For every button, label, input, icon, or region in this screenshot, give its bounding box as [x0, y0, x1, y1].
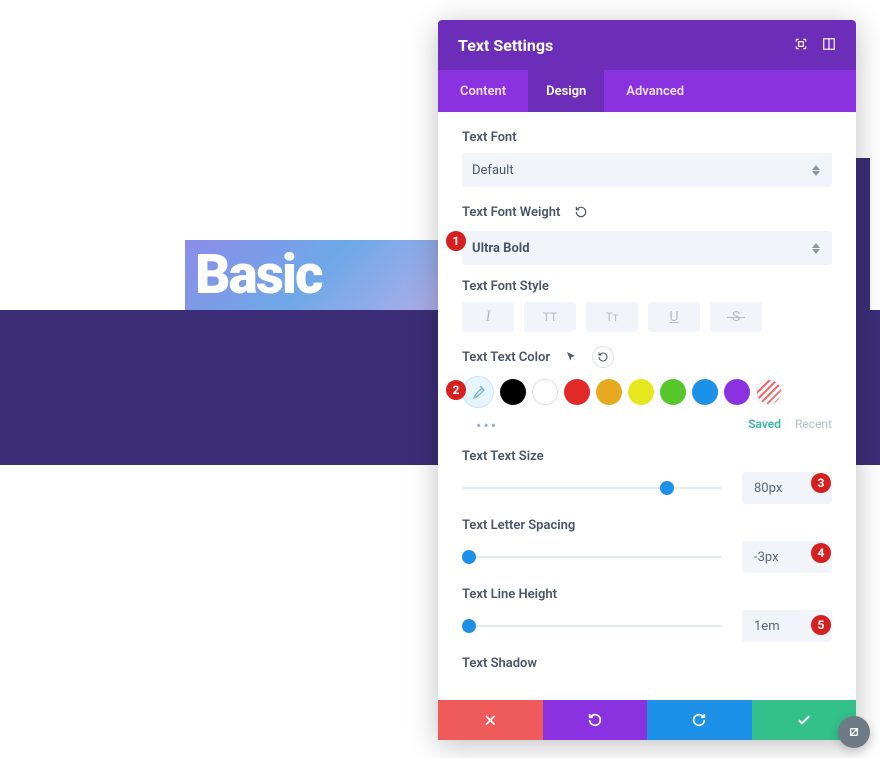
tab-content[interactable]: Content: [458, 70, 508, 112]
select-font-weight[interactable]: Ultra Bold: [462, 231, 832, 265]
swatch-purple[interactable]: [724, 379, 750, 405]
label-letter-spacing: Text Letter Spacing: [462, 518, 832, 533]
select-text-font[interactable]: Default: [462, 153, 832, 187]
tab-design[interactable]: Design: [528, 70, 604, 112]
pricing-card-basic: Basic: [185, 240, 445, 310]
color-swatches: [462, 376, 832, 408]
swatch-white[interactable]: [532, 379, 558, 405]
panel-header: Text Settings: [438, 20, 856, 70]
basic-heading: Basic: [195, 243, 322, 307]
label-font-style: Text Font Style: [462, 279, 832, 294]
slider-letter-spacing[interactable]: [462, 549, 722, 565]
swatch-orange[interactable]: [596, 379, 622, 405]
annotation-marker-1: 1: [446, 231, 466, 251]
label-line-height: Text Line Height: [462, 587, 832, 602]
underline-button[interactable]: U: [648, 302, 700, 332]
expand-icon[interactable]: [794, 36, 808, 55]
panel-body: Text Font Default Text Font Weight Ultra…: [438, 112, 856, 700]
annotation-marker-2: 2: [446, 380, 466, 400]
label-text-color: Text Text Color: [462, 346, 832, 368]
panel-tabs: Content Design Advanced: [438, 70, 856, 112]
swatch-red[interactable]: [564, 379, 590, 405]
slider-handle-text-size[interactable]: [660, 481, 674, 495]
label-font-weight: Text Font Weight: [462, 201, 832, 223]
label-text-shadow: Text Shadow: [462, 656, 832, 671]
slider-handle-letter-spacing[interactable]: [462, 550, 476, 564]
small-caps-button[interactable]: Tᴛ: [586, 302, 638, 332]
undo-button[interactable]: [543, 700, 648, 740]
cancel-button[interactable]: [438, 700, 543, 740]
label-text-font: Text Font: [462, 130, 832, 145]
italic-button[interactable]: I: [462, 302, 514, 332]
slider-handle-line-height[interactable]: [462, 619, 476, 633]
select-caret-icon: [810, 243, 822, 254]
resize-fab-icon[interactable]: [838, 716, 870, 748]
swatch-eyedropper[interactable]: [462, 376, 494, 408]
annotation-marker-5: 5: [811, 615, 831, 635]
select-caret-icon: [810, 165, 822, 176]
swatch-none[interactable]: [756, 379, 782, 405]
reset-text-color-icon[interactable]: [592, 346, 614, 368]
swatch-blue[interactable]: [692, 379, 718, 405]
font-style-buttons: I TT Tᴛ U S: [462, 302, 832, 332]
redo-button[interactable]: [647, 700, 752, 740]
swatch-green[interactable]: [660, 379, 686, 405]
tab-advanced[interactable]: Advanced: [624, 70, 686, 112]
cursor-icon[interactable]: [560, 346, 582, 368]
layout-icon[interactable]: [822, 36, 836, 55]
slider-line-height[interactable]: [462, 618, 722, 634]
select-text-font-value: Default: [472, 163, 514, 178]
recent-colors-tab[interactable]: Recent: [795, 417, 832, 431]
settings-panel: Text Settings Content Design Advanced Te…: [438, 20, 856, 740]
uppercase-button[interactable]: TT: [524, 302, 576, 332]
panel-footer: [438, 700, 856, 740]
annotation-marker-3: 3: [811, 473, 831, 493]
slider-text-size[interactable]: [462, 480, 722, 496]
swatch-black[interactable]: [500, 379, 526, 405]
label-text-size: Text Text Size: [462, 449, 832, 464]
reset-font-weight-icon[interactable]: [570, 201, 592, 223]
more-colors-icon[interactable]: •••: [476, 416, 498, 435]
saved-colors-tab[interactable]: Saved: [748, 417, 781, 431]
select-font-weight-value: Ultra Bold: [472, 241, 530, 256]
annotation-marker-4: 4: [811, 543, 831, 563]
strikethrough-button[interactable]: S: [710, 302, 762, 332]
swatch-yellow[interactable]: [628, 379, 654, 405]
panel-title: Text Settings: [458, 36, 553, 55]
